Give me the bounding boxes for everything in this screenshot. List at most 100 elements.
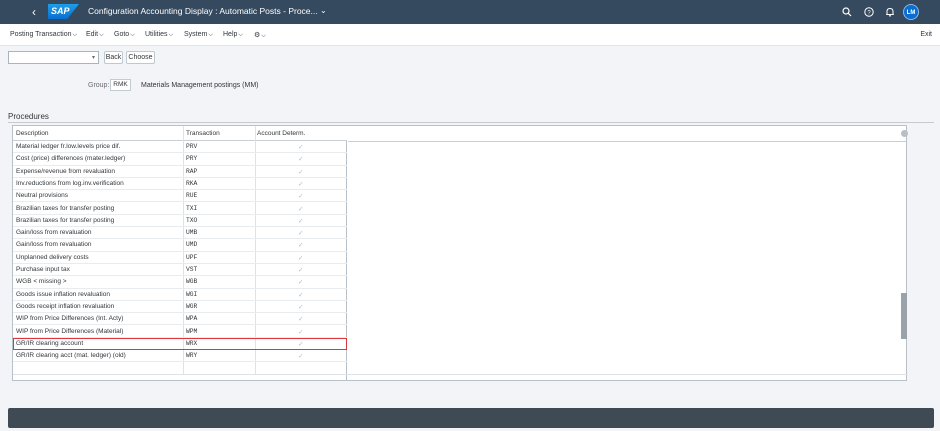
cell-transaction: UPF [186,253,198,261]
table-row[interactable]: Brazilian taxes for transfer posting TXI ✓ [13,203,347,215]
divider [13,374,908,375]
menu-label: System [184,31,208,38]
checkmark-icon: ✓ [298,291,304,299]
table-header: Description Transaction Account Determ. [13,126,347,141]
toolbar: ▾ Back Choose [0,46,940,70]
cell-description: Material ledger fr.low.levels price dif. [16,143,121,150]
table-row[interactable]: WGB < missing > WGB ✓ [13,276,347,289]
cell-transaction: TXO [186,216,198,224]
table-row[interactable]: GR/IR clearing acct (mat. ledger) (old) W… [13,350,347,363]
table-row[interactable]: Goods issue inflation revaluation WGI ✓ [13,289,347,301]
cell-transaction: UMB [186,229,198,237]
column-header-description[interactable]: Description [16,130,49,137]
checkmark-icon: ✓ [298,230,304,238]
cell-description: WGB < missing > [16,278,67,286]
cell-description: WIP from Price Differences (Int. Acty) [16,315,124,323]
scroll-thumb[interactable] [901,293,907,339]
menu-system[interactable]: System⌵ [184,31,213,39]
table-row[interactable]: Expense/revenue from revaluation RAP ✓ [13,166,347,178]
menu-label: Utilities [145,31,168,38]
menu-label: Posting Transaction [10,31,72,38]
cell-description: Gain/loss from revaluation [16,241,92,249]
cell-transaction: TXI [186,204,198,212]
cell-transaction: WPM [186,327,198,335]
cell-transaction: RAP [186,167,198,175]
checkmark-icon: ✓ [298,254,304,262]
cell-description: Gain/loss from revaluation [16,229,92,237]
checkmark-icon: ✓ [298,205,304,213]
cell-transaction: VST [186,266,198,273]
checkmark-icon: ✓ [298,267,304,274]
cell-transaction: WPA [186,315,198,323]
sap-logo[interactable]: SAP [48,4,79,19]
checkmark-icon: ✓ [298,156,304,164]
app-title[interactable]: Configuration Accounting Display : Autom… [88,6,318,16]
chevron-down-icon: ⌵ [261,33,266,39]
checkmark-icon: ✓ [298,242,304,250]
cell-transaction: RUE [186,192,198,200]
chevron-down-icon: ⌵ [72,32,78,38]
menu-help[interactable]: Help⌵ [223,31,243,39]
menu-goto[interactable]: Goto⌵ [114,31,135,39]
cell-transaction: WGI [186,290,198,298]
cell-transaction: PRY [186,155,198,163]
group-label: Group: [88,82,110,89]
exit-button[interactable]: Exit [920,31,932,38]
table-row[interactable]: Brazilian taxes for transfer posting TXO ✓ [13,215,347,228]
table-row[interactable]: WIP from Price Differences (Material) WPM… [13,326,347,338]
cell-description: Neutral provisions [16,192,69,200]
chevron-down-icon: ⌵ [168,32,174,38]
table-row[interactable]: Gain/loss from revaluation UMB ✓ [13,227,347,240]
cell-description: Brazilian taxes for transfer posting [16,204,115,212]
cell-transaction: WGR [186,302,198,310]
choose-button[interactable]: Choose [126,51,155,64]
table-row[interactable]: GR/IR clearing account WRX ✓ [13,337,347,351]
cell-description: WIP from Price Differences (Material) [16,327,124,335]
back-button[interactable]: Back [104,51,123,64]
checkmark-icon: ✓ [298,353,304,361]
chevron-down-icon[interactable]: ⌄ [320,6,327,15]
cell-transaction: WRX [186,339,198,347]
checkmark-icon: ✓ [298,144,304,151]
table-row[interactable]: Purchase input tax VST ✓ [13,264,347,277]
settings-menu[interactable]: ⚙⌵ [254,31,266,40]
table-row[interactable]: WIP from Price Differences (Int. Acty) WP… [13,313,347,326]
table-row[interactable]: Neutral provisions RUE ✓ [13,190,347,203]
procedures-table: Description Transaction Account Determ. … [12,125,908,381]
avatar[interactable]: LM [903,4,919,20]
checkmark-icon: ✓ [298,303,304,311]
menu-utilities[interactable]: Utilities⌵ [145,31,173,39]
cell-description: Unplanned delivery costs [16,253,89,261]
vertical-scrollbar[interactable] [899,130,908,374]
scroll-up-icon[interactable] [901,130,908,137]
column-header-account-determ[interactable]: Account Determ. [257,130,305,137]
chevron-down-icon[interactable]: ▾ [92,54,95,61]
table-row[interactable]: Goods receipt inflation revaluation WGR ✓ [13,301,347,314]
checkmark-icon: ✓ [298,328,304,336]
table-row[interactable]: Material ledger fr.low.levels price dif.… [13,141,347,154]
table-row[interactable]: Inv.reductions from log.inv.verification… [13,178,347,191]
cell-description: Goods receipt inflation revaluation [16,302,115,310]
cell-description: Brazilian taxes for transfer posting [16,216,115,224]
help-icon[interactable]: ? [864,7,874,17]
command-field[interactable]: ▾ [8,51,99,64]
cell-transaction: UMD [186,241,198,249]
search-icon[interactable] [842,7,852,17]
chevron-down-icon: ⌵ [130,32,135,38]
menu-bar: Posting Transaction⌵ Edit⌵ Goto⌵ Utiliti… [0,24,940,46]
group-description: Materials Management postings (MM) [141,82,259,89]
bell-icon[interactable] [885,7,895,17]
table-row[interactable]: Cost (price) differences (mater.ledger) P… [13,153,347,166]
back-arrow-icon[interactable]: ‹ [28,5,40,19]
checkmark-icon: ✓ [298,168,304,176]
menu-edit[interactable]: Edit⌵ [86,31,104,39]
menu-posting-transaction[interactable]: Posting Transaction⌵ [10,31,77,39]
divider [348,141,906,142]
chevron-down-icon: ⌵ [208,32,213,38]
table-area: Description Transaction Account Determ. … [13,126,347,380]
table-row[interactable]: Unplanned delivery costs UPF ✓ [13,252,347,264]
column-header-transaction[interactable]: Transaction [186,130,220,137]
table-row[interactable]: Gain/loss from revaluation UMD ✓ [13,239,347,252]
group-field[interactable]: RMK [110,79,131,91]
checkmark-icon: ✓ [298,316,304,324]
